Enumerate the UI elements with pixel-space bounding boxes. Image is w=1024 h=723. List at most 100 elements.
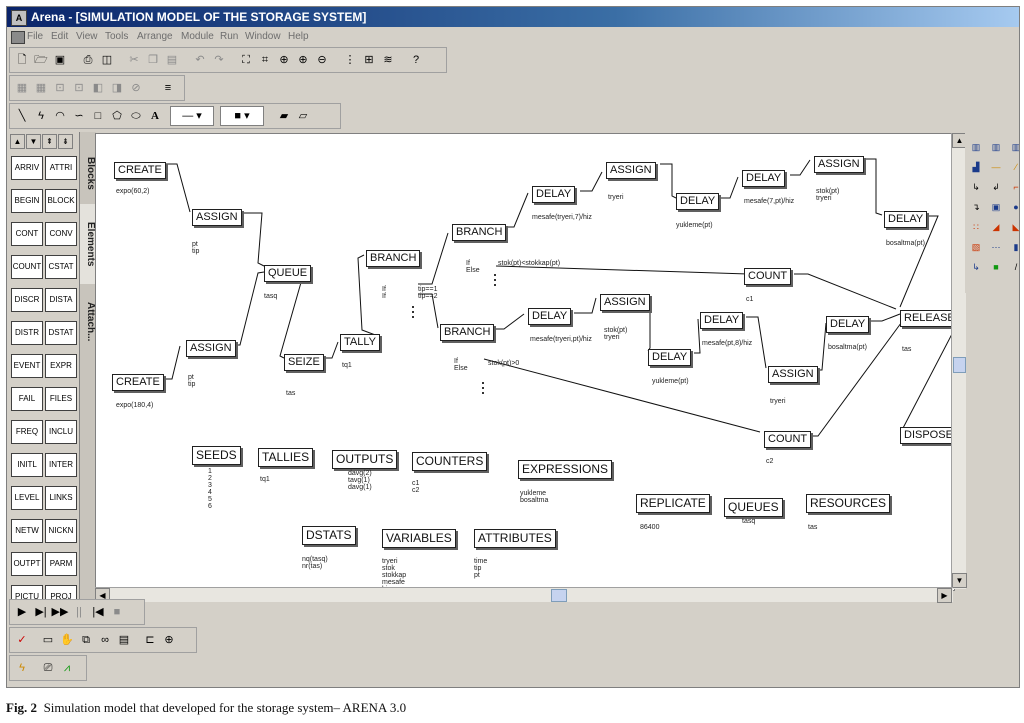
template-button-inter[interactable]: INTER bbox=[45, 453, 77, 477]
plot-icon[interactable]: ▥ bbox=[967, 139, 985, 155]
pause-icon[interactable]: || bbox=[69, 602, 89, 622]
parking-icon[interactable]: ▮ bbox=[1007, 239, 1019, 255]
histogram-icon[interactable]: ▥ bbox=[987, 139, 1005, 155]
template-button-dista[interactable]: DISTA bbox=[45, 288, 77, 312]
queues-element[interactable]: QUEUES bbox=[724, 498, 783, 517]
zoom-out-icon[interactable]: ⊖ bbox=[312, 50, 332, 70]
bring-front-icon[interactable]: ▦ bbox=[12, 78, 32, 98]
template-button-initl[interactable]: INITL bbox=[11, 453, 43, 477]
cut-icon[interactable]: ✂ bbox=[124, 50, 144, 70]
template-button-nickn[interactable]: NICKN bbox=[45, 519, 77, 543]
snap-icon[interactable]: ⊞ bbox=[359, 50, 379, 70]
outputs-element[interactable]: OUTPUTS bbox=[332, 450, 398, 469]
seeds-element[interactable]: SEEDS bbox=[192, 446, 241, 465]
delay-block-1[interactable]: DELAY bbox=[532, 186, 576, 203]
dstats-element[interactable]: DSTATS bbox=[302, 526, 356, 545]
rotate-icon[interactable]: ◨ bbox=[107, 78, 127, 98]
transfer-icon[interactable]: ↳ bbox=[967, 259, 985, 275]
resources-element[interactable]: RESOURCES bbox=[806, 494, 891, 513]
scroll-top-button[interactable]: ⇞ bbox=[42, 134, 57, 149]
replicate-element[interactable]: REPLICATE bbox=[636, 494, 710, 513]
branch-block-3[interactable]: BRANCH bbox=[440, 324, 495, 341]
template-button-expr[interactable]: EXPR bbox=[45, 354, 77, 378]
help-icon[interactable]: ? bbox=[406, 50, 426, 70]
template-button-event[interactable]: EVENT bbox=[11, 354, 43, 378]
assign-block-2[interactable]: ASSIGN bbox=[186, 340, 236, 357]
zoom-fit-icon[interactable]: ⛶ bbox=[236, 50, 256, 70]
station-icon[interactable]: ↲ bbox=[987, 179, 1005, 195]
connect-run-icon[interactable]: ⊕ bbox=[159, 630, 179, 650]
ungroup-icon[interactable]: ⊡ bbox=[69, 78, 89, 98]
assign-block-6[interactable]: ASSIGN bbox=[768, 366, 818, 383]
menu-view[interactable]: View bbox=[76, 28, 98, 46]
box-tool-icon[interactable]: □ bbox=[88, 106, 108, 126]
dispose-block[interactable]: DISPOSE bbox=[900, 427, 954, 444]
template-button-begin[interactable]: BEGIN bbox=[11, 189, 43, 213]
template-button-level[interactable]: LEVEL bbox=[11, 486, 43, 510]
delay-block-4[interactable]: DELAY bbox=[884, 211, 928, 228]
line-icon[interactable]: — bbox=[987, 159, 1005, 175]
global-icon[interactable]: ● bbox=[1007, 199, 1019, 215]
line-style-dropdown[interactable]: — ▾ bbox=[170, 106, 214, 126]
template-button-cstat[interactable]: CSTAT bbox=[45, 255, 77, 279]
template-button-arriv[interactable]: ARRIV bbox=[11, 156, 43, 180]
count-block-2[interactable]: COUNT bbox=[764, 431, 812, 448]
delay-block-5[interactable]: DELAY bbox=[528, 308, 572, 325]
count-block-1[interactable]: COUNT bbox=[744, 268, 792, 285]
scroll-down-button[interactable]: ▼ bbox=[26, 134, 41, 149]
scroll-right-arrow-icon[interactable]: ▶ bbox=[937, 588, 952, 603]
template-button-outpt[interactable]: OUTPT bbox=[11, 552, 43, 576]
fast-forward-icon[interactable]: ▶▶ bbox=[50, 602, 70, 622]
assign-block-4[interactable]: ASSIGN bbox=[814, 156, 864, 173]
ellipse-tool-icon[interactable]: ⬭ bbox=[126, 106, 146, 126]
undo-icon[interactable]: ↶ bbox=[190, 50, 210, 70]
horizontal-scroll-thumb[interactable] bbox=[551, 589, 567, 602]
template-button-files[interactable]: FILES bbox=[45, 387, 77, 411]
grid-icon[interactable]: ⋮ bbox=[340, 50, 360, 70]
zoom-icon[interactable]: ⊕ bbox=[274, 50, 294, 70]
command-icon[interactable]: ▭ bbox=[38, 630, 58, 650]
create-block-1[interactable]: CREATE bbox=[114, 162, 166, 179]
model-canvas[interactable]: CREATE expo(60,2) ASSIGN pt tip QUEUE ta… bbox=[95, 133, 955, 591]
menu-arrange[interactable]: Arrange bbox=[137, 28, 173, 46]
network-icon[interactable]: / bbox=[1007, 259, 1019, 275]
level-icon[interactable]: ▟ bbox=[967, 159, 985, 175]
assign-block-1[interactable]: ASSIGN bbox=[192, 209, 242, 226]
delay-block-8[interactable]: DELAY bbox=[826, 316, 870, 333]
variable-icon[interactable]: ▣ bbox=[987, 199, 1005, 215]
copy-icon[interactable]: ❐ bbox=[143, 50, 163, 70]
tallies-element[interactable]: TALLIES bbox=[258, 448, 314, 467]
counters-element[interactable]: COUNTERS bbox=[412, 452, 488, 471]
branch-block-1[interactable]: BRANCH bbox=[366, 250, 421, 267]
menu-file[interactable]: File bbox=[27, 28, 43, 46]
delay-block-6[interactable]: DELAY bbox=[648, 349, 692, 366]
template-button-links[interactable]: LINKS bbox=[45, 486, 77, 510]
print-icon[interactable]: ⎙ bbox=[78, 50, 98, 70]
template-button-cont[interactable]: CONT bbox=[11, 222, 43, 246]
zoom-window-icon[interactable]: ⌗ bbox=[255, 50, 275, 70]
layer-icon[interactable]: ⊏ bbox=[140, 630, 160, 650]
queue-block[interactable]: QUEUE bbox=[264, 265, 312, 282]
menu-window[interactable]: Window bbox=[245, 28, 281, 46]
print-preview-icon[interactable]: ◫ bbox=[97, 50, 117, 70]
report-icon[interactable]: ⎚ bbox=[38, 658, 58, 678]
vertical-scroll-thumb[interactable] bbox=[953, 357, 966, 373]
fill-color-dropdown[interactable]: ■ ▾ bbox=[220, 106, 264, 126]
queue-display-icon[interactable]: ∷ bbox=[967, 219, 985, 235]
menu-run[interactable]: Run bbox=[220, 28, 238, 46]
horizontal-scrollbar[interactable]: ◀ ▶ bbox=[95, 587, 953, 603]
go-icon[interactable]: ▶ bbox=[12, 602, 32, 622]
menu-help[interactable]: Help bbox=[288, 28, 309, 46]
polyline-tool-icon[interactable]: ϟ bbox=[31, 106, 51, 126]
group-icon[interactable]: ⊡ bbox=[50, 78, 70, 98]
arc-tool-icon[interactable]: ◠ bbox=[50, 106, 70, 126]
lightning-icon[interactable]: ϟ bbox=[12, 658, 32, 678]
template-button-block[interactable]: BLOCK bbox=[45, 189, 77, 213]
line-tool-icon[interactable]: ╲ bbox=[12, 106, 32, 126]
template-button-attri[interactable]: ATTRI bbox=[45, 156, 77, 180]
delay-block-2[interactable]: DELAY bbox=[676, 193, 720, 210]
scroll-bottom-button[interactable]: ⇟ bbox=[58, 134, 73, 149]
step-icon[interactable]: ▶| bbox=[31, 602, 51, 622]
template-button-count[interactable]: COUNT bbox=[11, 255, 43, 279]
highlight-icon[interactable]: ▤ bbox=[114, 630, 134, 650]
